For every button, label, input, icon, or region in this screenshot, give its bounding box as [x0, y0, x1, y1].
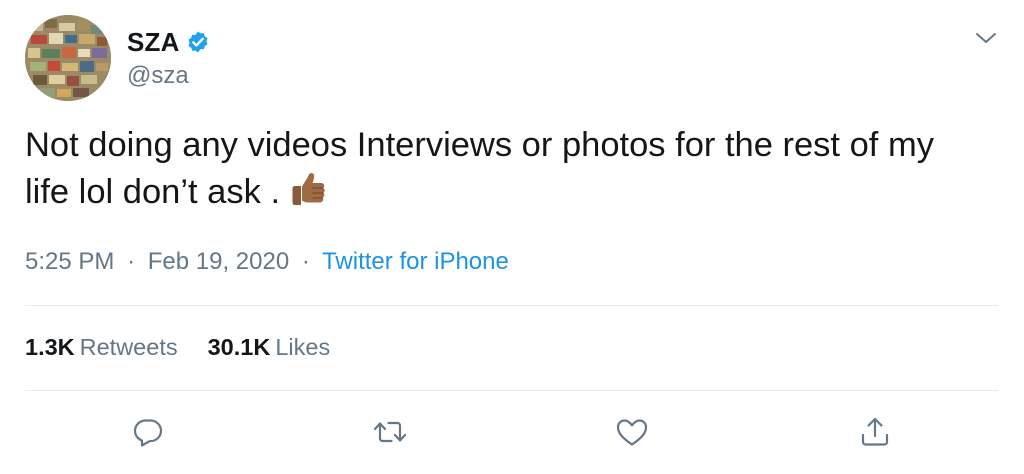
likes-stat[interactable]: 30.1K Likes: [208, 334, 331, 360]
avatar[interactable]: [25, 15, 111, 101]
share-icon: [861, 417, 889, 446]
retweets-stat[interactable]: 1.3K Retweets: [25, 334, 178, 360]
tweet-card: SZA @sza Not doing any videos Interviews…: [0, 0, 1024, 474]
retweets-count: 1.3K: [25, 334, 75, 360]
likes-count: 30.1K: [207, 334, 271, 360]
display-name[interactable]: SZA: [127, 27, 180, 58]
tweet-meta: 5:25 PM · Feb 19, 2020 · Twitter for iPh…: [25, 248, 509, 276]
like-button[interactable]: [612, 412, 652, 452]
tweet-body: Not doing any videos Interviews or photo…: [25, 122, 985, 216]
tweet-text: Not doing any videos Interviews or photo…: [25, 126, 934, 211]
divider: [25, 305, 998, 306]
retweet-button[interactable]: [370, 412, 410, 452]
meta-separator: ·: [127, 248, 136, 275]
like-icon: [616, 419, 648, 446]
verified-badge-icon: [186, 30, 210, 54]
retweets-label: Retweets: [79, 334, 178, 360]
thumbs-up-emoji-icon: [288, 169, 328, 209]
avatar-image: [25, 15, 111, 101]
user-handle[interactable]: @sza: [127, 62, 189, 90]
reply-icon: [133, 419, 163, 447]
chevron-down-icon[interactable]: [974, 28, 998, 48]
divider: [25, 390, 998, 391]
retweet-icon: [373, 421, 407, 443]
tweet-date[interactable]: Feb 19, 2020: [148, 248, 289, 275]
author-row[interactable]: SZA: [127, 25, 210, 59]
share-button[interactable]: [855, 412, 895, 452]
meta-separator: ·: [301, 248, 310, 275]
tweet-stats: 1.3K Retweets 30.1K Likes: [25, 334, 330, 361]
reply-button[interactable]: [128, 412, 168, 452]
tweet-time[interactable]: 5:25 PM: [25, 248, 114, 275]
tweet-source-link[interactable]: Twitter for iPhone: [322, 248, 509, 275]
likes-label: Likes: [275, 334, 331, 360]
